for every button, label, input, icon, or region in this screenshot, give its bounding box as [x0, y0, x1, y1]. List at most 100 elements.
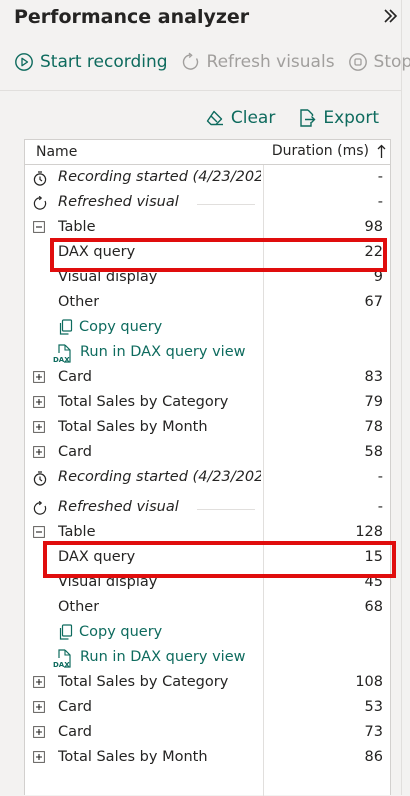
row-duration: 58 — [364, 444, 383, 460]
clear-button[interactable]: Clear — [205, 108, 275, 128]
column-header-duration[interactable]: Duration (ms) — [272, 143, 386, 159]
row-name: Card — [58, 369, 92, 385]
start-recording-label: Start recording — [40, 52, 168, 72]
row-duration: 78 — [364, 419, 383, 435]
table-row[interactable]: Total Sales by Category 79 — [25, 391, 391, 416]
table-row[interactable]: Refreshed visual - — [25, 496, 391, 521]
expand-box-icon[interactable] — [33, 676, 45, 692]
copy-query-link[interactable]: Copy query — [79, 319, 162, 335]
row-duration: 68 — [364, 599, 383, 615]
row-name: Refreshed visual — [58, 194, 179, 210]
column-header-name[interactable]: Name — [36, 144, 77, 160]
stop-label: Stop — [373, 52, 410, 72]
expand-box-icon[interactable] — [33, 751, 45, 767]
row-name: Card — [58, 444, 92, 460]
stop-button[interactable]: Stop — [348, 52, 410, 72]
play-circle-icon — [15, 53, 33, 71]
copy-query-link[interactable]: Copy query — [79, 624, 162, 640]
table-row[interactable]: DAX Run in DAX query view — [25, 341, 391, 366]
row-name: Recording started (4/23/202... — [58, 469, 261, 485]
run-in-dax-query-view-link[interactable]: Run in DAX query view — [80, 344, 245, 360]
collapse-box-icon[interactable] — [33, 221, 45, 237]
stop-circle-icon — [348, 53, 367, 71]
duration-header-label: Duration (ms) — [271, 143, 369, 159]
svg-text:DAX: DAX — [53, 661, 70, 669]
row-duration: - — [377, 499, 383, 515]
row-duration: 108 — [355, 674, 383, 690]
row-divider-line — [197, 204, 255, 205]
collapse-box-icon[interactable] — [33, 526, 45, 542]
dax-file-icon: DAX — [53, 344, 75, 368]
start-recording-button[interactable]: Start recording — [14, 52, 168, 72]
expand-box-icon[interactable] — [33, 421, 45, 437]
sort-ascending-icon — [377, 144, 386, 158]
eraser-icon — [206, 110, 223, 126]
row-duration: - — [377, 194, 383, 210]
collapse-pane-icon[interactable] — [382, 8, 398, 29]
performance-analyzer-pane: Performance analyzer Start recording Ref… — [0, 0, 410, 796]
table-row[interactable]: Other 68 — [25, 596, 391, 621]
row-name: Total Sales by Category — [58, 674, 229, 690]
clear-label: Clear — [230, 108, 276, 128]
svg-text:DAX: DAX — [53, 356, 70, 364]
table-row[interactable]: Card 58 — [25, 441, 391, 466]
row-name: Recording started (4/23/202... — [58, 169, 261, 185]
table-row[interactable]: Card 73 — [25, 721, 391, 746]
dax-file-icon: DAX — [53, 649, 75, 673]
expand-box-icon[interactable] — [33, 701, 45, 717]
row-name: Table — [58, 219, 96, 235]
row-name: Refreshed visual — [58, 499, 179, 515]
row-duration: 83 — [364, 369, 383, 385]
expand-box-icon[interactable] — [33, 371, 45, 387]
row-name: Total Sales by Month — [58, 749, 208, 765]
copy-icon — [58, 624, 74, 645]
highlight-box-dax-query-1 — [50, 238, 387, 272]
row-duration: 86 — [364, 749, 383, 765]
export-button[interactable]: Export — [297, 108, 379, 128]
refresh-icon — [33, 500, 48, 520]
export-icon — [300, 109, 316, 127]
expand-box-icon[interactable] — [33, 446, 45, 462]
expand-box-icon[interactable] — [33, 396, 45, 412]
table-row[interactable]: Total Sales by Month 86 — [25, 746, 391, 771]
table-row[interactable]: Recording started (4/23/202... - — [25, 466, 391, 491]
table-row[interactable]: Card 53 — [25, 696, 391, 721]
row-duration: 67 — [364, 294, 383, 310]
refresh-icon — [182, 52, 198, 70]
row-name: Card — [58, 724, 92, 740]
refresh-visuals-button[interactable]: Refresh visuals — [181, 52, 335, 72]
table-row[interactable]: DAX Run in DAX query view — [25, 646, 391, 671]
table-row[interactable]: Copy query — [25, 316, 391, 341]
highlight-box-dax-query-2 — [43, 541, 396, 578]
export-label: Export — [323, 108, 379, 128]
row-duration: 128 — [355, 524, 383, 540]
row-duration: 53 — [364, 699, 383, 715]
toolbar: Start recording Refresh visuals Stop — [14, 48, 410, 76]
row-duration: 73 — [364, 724, 383, 740]
row-duration: - — [377, 469, 383, 485]
row-duration: 79 — [364, 394, 383, 410]
table-row[interactable]: Total Sales by Category 108 — [25, 671, 391, 696]
table-row[interactable]: Refreshed visual - — [25, 191, 391, 216]
row-name: Total Sales by Month — [58, 419, 208, 435]
row-name: Total Sales by Category — [58, 394, 229, 410]
table-row[interactable]: Copy query — [25, 621, 391, 646]
table-header: Name Duration (ms) — [25, 140, 390, 165]
table-actions: Clear Export — [183, 108, 379, 128]
table-row[interactable]: Card 83 — [25, 366, 391, 391]
pane-title: Performance analyzer — [14, 6, 250, 28]
table-row[interactable]: Recording started (4/23/202... - — [25, 166, 391, 191]
table-row[interactable]: Other 67 — [25, 291, 391, 316]
copy-icon — [58, 319, 74, 340]
row-duration: - — [377, 169, 383, 185]
row-name: Card — [58, 699, 92, 715]
table-row[interactable]: Total Sales by Month 78 — [25, 416, 391, 441]
row-name: Other — [58, 599, 100, 615]
run-in-dax-query-view-link[interactable]: Run in DAX query view — [80, 649, 245, 665]
refresh-visuals-label: Refresh visuals — [206, 52, 335, 72]
refresh-icon — [33, 195, 48, 215]
row-divider-line — [197, 509, 255, 510]
timer-icon — [33, 171, 47, 190]
expand-box-icon[interactable] — [33, 726, 45, 742]
row-duration: 98 — [364, 219, 383, 235]
